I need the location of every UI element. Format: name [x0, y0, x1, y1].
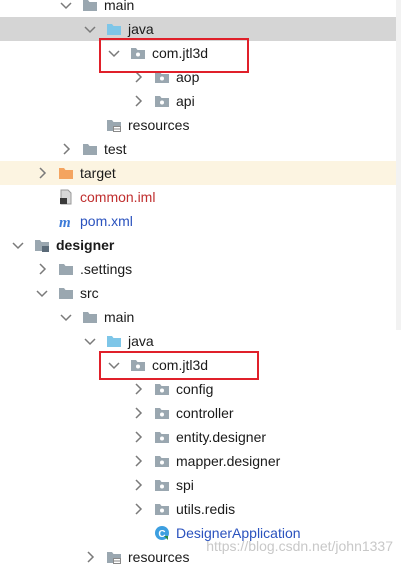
- tree-node-label: spi: [176, 477, 194, 493]
- chevron-down-icon[interactable]: [58, 0, 74, 13]
- tree-node-label: utils.redis: [176, 501, 236, 517]
- tree-node-label: api: [176, 93, 195, 109]
- tree-node-test[interactable]: test: [0, 137, 401, 161]
- tree-node-pom-xml[interactable]: m pom.xml: [0, 209, 401, 233]
- chevron-right-icon[interactable]: [82, 549, 98, 565]
- tree-node-spi[interactable]: spi: [0, 473, 401, 497]
- folder-icon: [82, 309, 98, 325]
- tree-node-label: test: [104, 141, 127, 157]
- tree-node-label: target: [80, 165, 116, 181]
- tree-node-target[interactable]: target: [0, 161, 401, 185]
- folder-icon: [82, 141, 98, 157]
- package-icon: [154, 453, 170, 469]
- chevron-down-icon[interactable]: [58, 309, 74, 325]
- chevron-right-icon[interactable]: [34, 261, 50, 277]
- tree-node-label: designer: [56, 237, 115, 253]
- iml-file-icon: [58, 189, 74, 205]
- watermark: https://blog.csdn.net/john1337: [206, 538, 393, 554]
- tree-node-entity-designer[interactable]: entity.designer: [0, 425, 401, 449]
- tree-node-package-top[interactable]: com.jtl3d: [0, 41, 401, 65]
- tree-node-label: aop: [176, 69, 200, 85]
- source-folder-icon: [106, 21, 122, 37]
- chevron-right-icon[interactable]: [130, 69, 146, 85]
- tree-node-main-top[interactable]: main: [0, 0, 401, 17]
- tree-node-label: mapper.designer: [176, 453, 281, 469]
- package-icon: [154, 501, 170, 517]
- source-folder-icon: [106, 333, 122, 349]
- java-class-icon: C: [154, 525, 170, 541]
- tree-node-resources-top[interactable]: resources: [0, 113, 401, 137]
- tree-node-settings[interactable]: .settings: [0, 257, 401, 281]
- tree-node-api[interactable]: api: [0, 89, 401, 113]
- svg-text:C: C: [158, 529, 165, 540]
- folder-icon: [82, 0, 98, 13]
- tree-node-label: config: [176, 381, 214, 397]
- package-icon: [154, 405, 170, 421]
- chevron-right-icon[interactable]: [130, 453, 146, 469]
- excluded-folder-icon: [58, 165, 74, 181]
- tree-node-java-top[interactable]: java: [0, 17, 401, 41]
- tree-node-package[interactable]: com.jtl3d: [0, 353, 401, 377]
- chevron-right-icon[interactable]: [130, 405, 146, 421]
- tree-node-label: resources: [128, 549, 190, 565]
- chevron-down-icon[interactable]: [10, 237, 26, 253]
- tree-node-label: src: [80, 285, 99, 301]
- package-icon: [130, 357, 146, 373]
- tree-node-label: controller: [176, 405, 234, 421]
- tree-node-java[interactable]: java: [0, 329, 401, 353]
- tree-node-label: pom.xml: [80, 213, 133, 229]
- tree-node-main[interactable]: main: [0, 305, 401, 329]
- chevron-right-icon[interactable]: [130, 381, 146, 397]
- chevron-right-icon[interactable]: [130, 477, 146, 493]
- tree-node-label: entity.designer: [176, 429, 267, 445]
- chevron-down-icon[interactable]: [106, 45, 122, 61]
- tree-node-label: com.jtl3d: [152, 45, 209, 61]
- chevron-right-icon[interactable]: [34, 165, 50, 181]
- tree-node-mapper-designer[interactable]: mapper.designer: [0, 449, 401, 473]
- chevron-right-icon[interactable]: [130, 93, 146, 109]
- tree-node-common-iml[interactable]: common.iml: [0, 185, 401, 209]
- tree-node-label: resources: [128, 117, 190, 133]
- chevron-right-icon[interactable]: [130, 501, 146, 517]
- tree-node-label: .settings: [80, 261, 133, 277]
- tree-node-utils-redis[interactable]: utils.redis: [0, 497, 401, 521]
- folder-icon: [58, 285, 74, 301]
- svg-text:m: m: [59, 215, 71, 229]
- package-icon: [154, 93, 170, 109]
- chevron-down-icon[interactable]: [34, 285, 50, 301]
- tree-node-controller[interactable]: controller: [0, 401, 401, 425]
- tree-node-aop[interactable]: aop: [0, 65, 401, 89]
- tree-node-src[interactable]: src: [0, 281, 401, 305]
- chevron-right-icon[interactable]: [130, 429, 146, 445]
- chevron-down-icon[interactable]: [82, 21, 98, 37]
- resources-folder-icon: [106, 117, 122, 133]
- maven-icon: m: [58, 213, 74, 231]
- scrollbar[interactable]: [396, 0, 401, 330]
- tree-node-label: java: [128, 21, 154, 37]
- tree-node-label: common.iml: [80, 189, 156, 205]
- folder-icon: [58, 261, 74, 277]
- tree-node-label: com.jtl3d: [152, 357, 209, 373]
- tree-node-label: main: [104, 0, 135, 13]
- package-icon: [154, 429, 170, 445]
- chevron-right-icon[interactable]: [58, 141, 74, 157]
- chevron-down-icon[interactable]: [106, 357, 122, 373]
- tree-node-label: java: [128, 333, 154, 349]
- resources-folder-icon: [106, 549, 122, 565]
- package-icon: [154, 69, 170, 85]
- module-icon: [34, 237, 50, 253]
- package-icon: [130, 45, 146, 61]
- package-icon: [154, 381, 170, 397]
- tree-node-label: main: [104, 309, 135, 325]
- tree-node-designer[interactable]: designer: [0, 233, 401, 257]
- chevron-down-icon[interactable]: [82, 333, 98, 349]
- package-icon: [154, 477, 170, 493]
- tree-node-config[interactable]: config: [0, 377, 401, 401]
